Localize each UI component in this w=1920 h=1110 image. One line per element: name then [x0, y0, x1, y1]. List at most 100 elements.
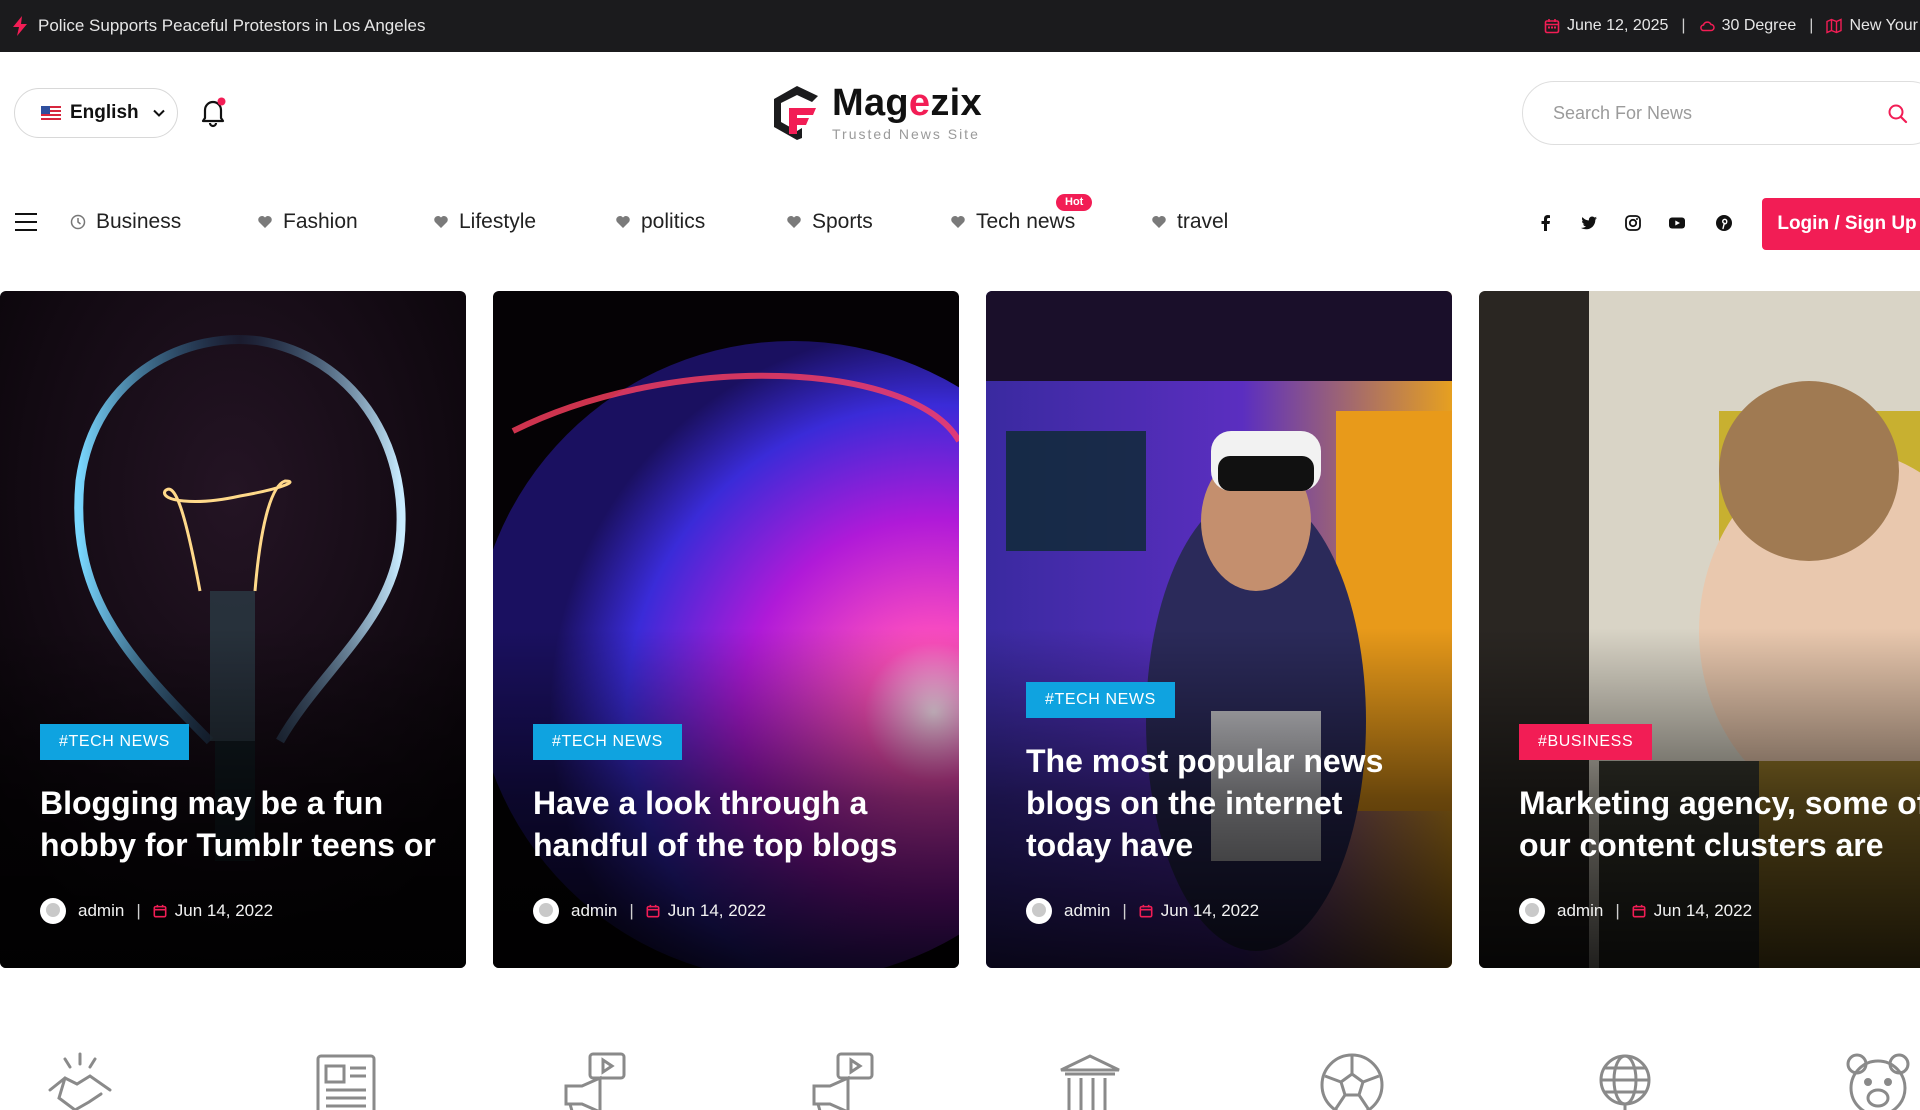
heart-icon	[258, 216, 272, 228]
category-politics[interactable]	[1055, 1050, 1125, 1110]
top-bar: Police Supports Peaceful Protestors in L…	[0, 0, 1920, 52]
category-badge[interactable]: #TECH NEWS	[1026, 682, 1175, 718]
weather-text: 30 Degree	[1721, 17, 1797, 34]
language-label: English	[70, 102, 139, 123]
globe-network-icon	[1599, 1054, 1651, 1110]
youtube-icon	[1669, 217, 1685, 229]
topbar-location: New Your	[1826, 17, 1918, 35]
category-badge[interactable]: #TECH NEWS	[40, 724, 189, 760]
post-date: Jun 14, 2022	[1653, 901, 1753, 920]
breaking-news[interactable]: Police Supports Peaceful Protestors in L…	[12, 0, 425, 52]
topbar-date: June 12, 2025	[1544, 17, 1668, 35]
post-date: Jun 14, 2022	[667, 901, 767, 920]
twitter-icon	[1581, 216, 1597, 230]
login-signup-button[interactable]: Login / Sign Up	[1762, 198, 1920, 250]
instagram-icon	[1625, 215, 1641, 231]
handshake-icon	[48, 1052, 112, 1110]
calendar-icon	[1632, 904, 1646, 918]
card-title[interactable]: Marketing agency, some of our content cl…	[1519, 782, 1920, 866]
heart-icon	[787, 216, 801, 228]
facebook-icon	[1541, 215, 1550, 231]
nav-item-politics[interactable]: politics	[615, 210, 705, 234]
facebook-link[interactable]	[1535, 212, 1557, 234]
category-badge[interactable]: #TECH NEWS	[533, 724, 682, 760]
main-nav: Business Fashion Lifestyle politics Spor…	[0, 194, 1920, 254]
pinterest-link[interactable]	[1713, 212, 1735, 234]
avatar	[533, 898, 559, 924]
twitter-link[interactable]	[1578, 212, 1600, 234]
avatar	[1026, 898, 1052, 924]
news-card[interactable]: #TECH NEWS Blogging may be a fun hobby f…	[0, 291, 466, 968]
youtube-link[interactable]	[1666, 212, 1688, 234]
nav-item-fashion[interactable]: Fashion	[257, 210, 358, 234]
category-business[interactable]	[45, 1050, 115, 1110]
topbar-weather: 30 Degree	[1699, 17, 1797, 35]
card-meta: admin | Jun 14, 2022	[533, 898, 766, 924]
nav-item-sports[interactable]: Sports	[786, 210, 873, 234]
nav-item-business[interactable]: Business	[70, 210, 181, 234]
topbar-meta: June 12, 2025 | 30 Degree | New Your	[1544, 0, 1918, 52]
news-card[interactable]: #TECH NEWS The most popular news blogs o…	[986, 291, 1452, 968]
calendar-icon	[153, 904, 167, 918]
card-title[interactable]: Blogging may be a fun hobby for Tumblr t…	[40, 782, 440, 866]
heart-icon	[1152, 216, 1166, 228]
avatar	[40, 898, 66, 924]
megaphone-video-icon	[564, 1052, 626, 1110]
site-logo[interactable]: Magezix Trusted News Site	[772, 82, 982, 142]
bear-icon	[1846, 1053, 1910, 1110]
author-name[interactable]: admin	[571, 901, 617, 921]
notification-bell[interactable]	[198, 96, 228, 128]
heart-icon	[616, 216, 630, 228]
category-media-2[interactable]	[808, 1050, 878, 1110]
news-card[interactable]: #TECH NEWS Have a look through a handful…	[493, 291, 959, 968]
post-date: Jun 14, 2022	[174, 901, 274, 920]
us-flag-icon	[41, 106, 61, 120]
search-box[interactable]	[1522, 81, 1920, 145]
newspaper-icon	[316, 1054, 376, 1110]
menu-icon[interactable]	[14, 212, 38, 232]
news-card[interactable]: #BUSINESS Marketing agency, some of our …	[1479, 291, 1920, 968]
category-world[interactable]	[1590, 1050, 1660, 1110]
category-badge[interactable]: #BUSINESS	[1519, 724, 1653, 760]
nav-item-label: Business	[96, 210, 182, 233]
category-media[interactable]	[560, 1050, 630, 1110]
heart-icon	[434, 216, 448, 228]
card-title[interactable]: Have a look through a handful of the top…	[533, 782, 933, 866]
divider: |	[629, 901, 634, 920]
post-date: Jun 14, 2022	[1160, 901, 1260, 920]
chevron-down-icon	[152, 109, 165, 117]
category-sports[interactable]	[1317, 1050, 1387, 1110]
map-icon	[1826, 18, 1843, 34]
location-text: New Your	[1849, 17, 1918, 34]
divider: |	[1809, 17, 1814, 34]
calendar-icon	[1139, 904, 1153, 918]
soccer-ball-icon	[1320, 1053, 1384, 1110]
search-icon[interactable]	[1887, 103, 1909, 125]
nav-item-travel[interactable]: travel	[1151, 210, 1228, 234]
megaphone-video-icon	[812, 1052, 874, 1110]
card-meta: admin | Jun 14, 2022	[40, 898, 273, 924]
date-text: June 12, 2025	[1567, 17, 1669, 34]
logo-tagline: Trusted News Site	[832, 126, 980, 142]
hot-badge: Hot	[1056, 194, 1093, 211]
instagram-link[interactable]	[1622, 212, 1644, 234]
search-input[interactable]	[1553, 102, 1853, 124]
author-name[interactable]: admin	[1557, 901, 1603, 921]
breaking-news-text[interactable]: Police Supports Peaceful Protestors in L…	[38, 16, 425, 36]
language-selector[interactable]: English	[14, 88, 178, 138]
category-news[interactable]	[312, 1050, 382, 1110]
bank-icon	[1060, 1054, 1120, 1110]
author-name[interactable]: admin	[78, 901, 124, 921]
nav-item-label: Tech news	[976, 210, 1076, 233]
clock-icon	[70, 214, 86, 230]
author-name[interactable]: admin	[1064, 901, 1110, 921]
bell-icon	[201, 97, 226, 128]
nav-item-tech-news[interactable]: Tech news Hot	[950, 194, 1093, 234]
logo-name: Magezix	[832, 82, 982, 124]
calendar-icon	[1544, 19, 1560, 34]
divider: |	[1681, 17, 1686, 34]
divider: |	[1122, 901, 1127, 920]
nav-item-lifestyle[interactable]: Lifestyle	[433, 210, 536, 234]
category-kids[interactable]	[1843, 1050, 1913, 1110]
card-title[interactable]: The most popular news blogs on the inter…	[1026, 740, 1426, 866]
